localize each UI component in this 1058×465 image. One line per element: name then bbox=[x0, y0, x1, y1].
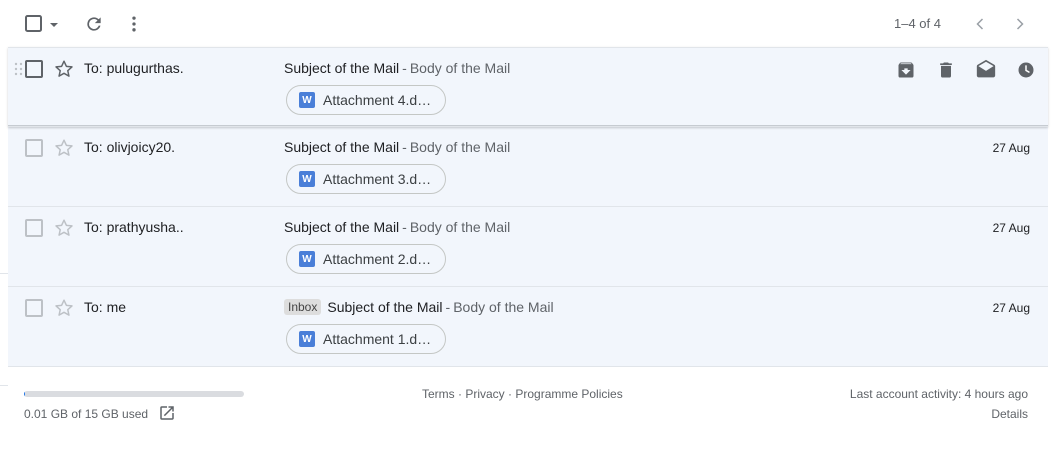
email-subject: Subject of the Mail bbox=[284, 139, 400, 155]
email-checkbox[interactable] bbox=[25, 139, 43, 157]
select-all-checkbox[interactable] bbox=[24, 14, 60, 34]
email-row[interactable]: To: olivjoicy20. Subject of the Mail - B… bbox=[8, 127, 1048, 207]
attachment-chip[interactable]: W Attachment 2.d… bbox=[286, 244, 446, 274]
email-list: To: pulugurthas. Subject of the Mail - B… bbox=[8, 47, 1048, 367]
email-snippet: Body of the Mail bbox=[453, 299, 554, 315]
word-document-icon: W bbox=[299, 92, 315, 108]
email-snippet: Body of the Mail bbox=[409, 219, 511, 235]
refresh-icon bbox=[87, 17, 101, 31]
star-icon[interactable] bbox=[53, 297, 75, 319]
email-row[interactable]: To: me Inbox Subject of the Mail - Body o… bbox=[8, 287, 1048, 367]
attachment-name: Attachment 2.d… bbox=[323, 251, 432, 267]
attachment-name: Attachment 1.d… bbox=[323, 331, 432, 347]
subject-separator: - bbox=[402, 219, 407, 235]
email-checkbox[interactable] bbox=[25, 299, 43, 317]
programme-policies-link[interactable]: Programme Policies bbox=[515, 387, 622, 401]
pagination-text: 1–4 of 4 bbox=[894, 16, 941, 31]
attachment-chip[interactable]: W Attachment 3.d… bbox=[286, 164, 446, 194]
more-vert-icon bbox=[132, 16, 136, 32]
more-options-button[interactable] bbox=[122, 12, 146, 36]
storage-usage-text: 0.01 GB of 15 GB used bbox=[24, 407, 149, 421]
email-recipient: To: prathyusha.. bbox=[84, 219, 184, 235]
attachment-chip[interactable]: W Attachment 4.d… bbox=[286, 85, 446, 115]
subject-separator: - bbox=[445, 299, 451, 315]
privacy-link[interactable]: Privacy bbox=[465, 387, 504, 401]
snooze-icon[interactable] bbox=[1014, 58, 1038, 82]
footer: 0.01 GB of 15 GB used Terms · Privacy · … bbox=[0, 375, 1058, 465]
checkbox-dropdown-icon bbox=[25, 15, 58, 32]
email-row[interactable]: To: prathyusha.. Subject of the Mail - B… bbox=[8, 207, 1048, 287]
toolbar: 1–4 of 4 bbox=[0, 0, 1058, 47]
subject-separator: - bbox=[402, 60, 407, 76]
email-date: 27 Aug bbox=[992, 141, 1030, 155]
inbox-label-badge[interactable]: Inbox bbox=[284, 299, 322, 315]
word-document-icon: W bbox=[299, 171, 315, 187]
attachment-name: Attachment 4.d… bbox=[323, 92, 432, 108]
email-checkbox[interactable] bbox=[25, 60, 43, 78]
open-in-new-icon[interactable] bbox=[158, 404, 176, 422]
email-subject-line: Subject of the Mail - Body of the Mail bbox=[284, 219, 510, 235]
storage-bar bbox=[24, 391, 244, 397]
star-icon[interactable] bbox=[53, 58, 75, 80]
star-icon[interactable] bbox=[53, 137, 75, 159]
link-separator: · bbox=[454, 387, 466, 401]
hover-actions bbox=[894, 58, 1038, 82]
email-recipient: To: me bbox=[84, 299, 127, 315]
attachment-name: Attachment 3.d… bbox=[323, 171, 432, 187]
newer-button[interactable] bbox=[968, 12, 992, 36]
email-date: 27 Aug bbox=[992, 221, 1030, 235]
last-account-activity: Last account activity: 4 hours ago bbox=[849, 387, 1028, 401]
email-subject: Subject of the Mail bbox=[284, 60, 400, 76]
email-row[interactable]: To: pulugurthas. Subject of the Mail - B… bbox=[8, 47, 1048, 127]
email-snippet: Body of the Mail bbox=[409, 139, 511, 155]
refresh-button[interactable] bbox=[82, 12, 106, 36]
email-subject-line: Subject of the Mail - Body of the Mail bbox=[284, 139, 510, 155]
divider bbox=[0, 273, 8, 274]
email-subject-line: Inbox Subject of the Mail - Body of the M… bbox=[284, 299, 554, 315]
chevron-left-icon bbox=[976, 18, 984, 30]
chevron-right-icon bbox=[1016, 18, 1024, 30]
delete-icon[interactable] bbox=[934, 58, 958, 82]
email-snippet: Body of the Mail bbox=[409, 60, 511, 76]
star-icon[interactable] bbox=[53, 217, 75, 239]
link-separator: · bbox=[504, 387, 516, 401]
email-recipient: To: pulugurthas. bbox=[84, 60, 184, 76]
word-document-icon: W bbox=[299, 251, 315, 267]
email-recipient: To: olivjoicy20. bbox=[84, 139, 176, 155]
footer-links: Terms · Privacy · Programme Policies bbox=[422, 387, 623, 401]
terms-link[interactable]: Terms bbox=[422, 387, 455, 401]
email-subject: Subject of the Mail bbox=[327, 299, 443, 315]
details-link[interactable]: Details bbox=[991, 407, 1028, 421]
archive-icon[interactable] bbox=[894, 58, 918, 82]
email-date: 27 Aug bbox=[992, 301, 1030, 315]
email-subject-line: Subject of the Mail - Body of the Mail bbox=[284, 60, 510, 76]
mark-as-read-icon[interactable] bbox=[974, 58, 998, 82]
word-document-icon: W bbox=[299, 331, 315, 347]
attachment-chip[interactable]: W Attachment 1.d… bbox=[286, 324, 446, 354]
subject-separator: - bbox=[402, 139, 407, 155]
drag-handle-icon[interactable] bbox=[14, 61, 24, 77]
older-button[interactable] bbox=[1008, 12, 1032, 36]
email-subject: Subject of the Mail bbox=[284, 219, 400, 235]
email-checkbox[interactable] bbox=[25, 219, 43, 237]
